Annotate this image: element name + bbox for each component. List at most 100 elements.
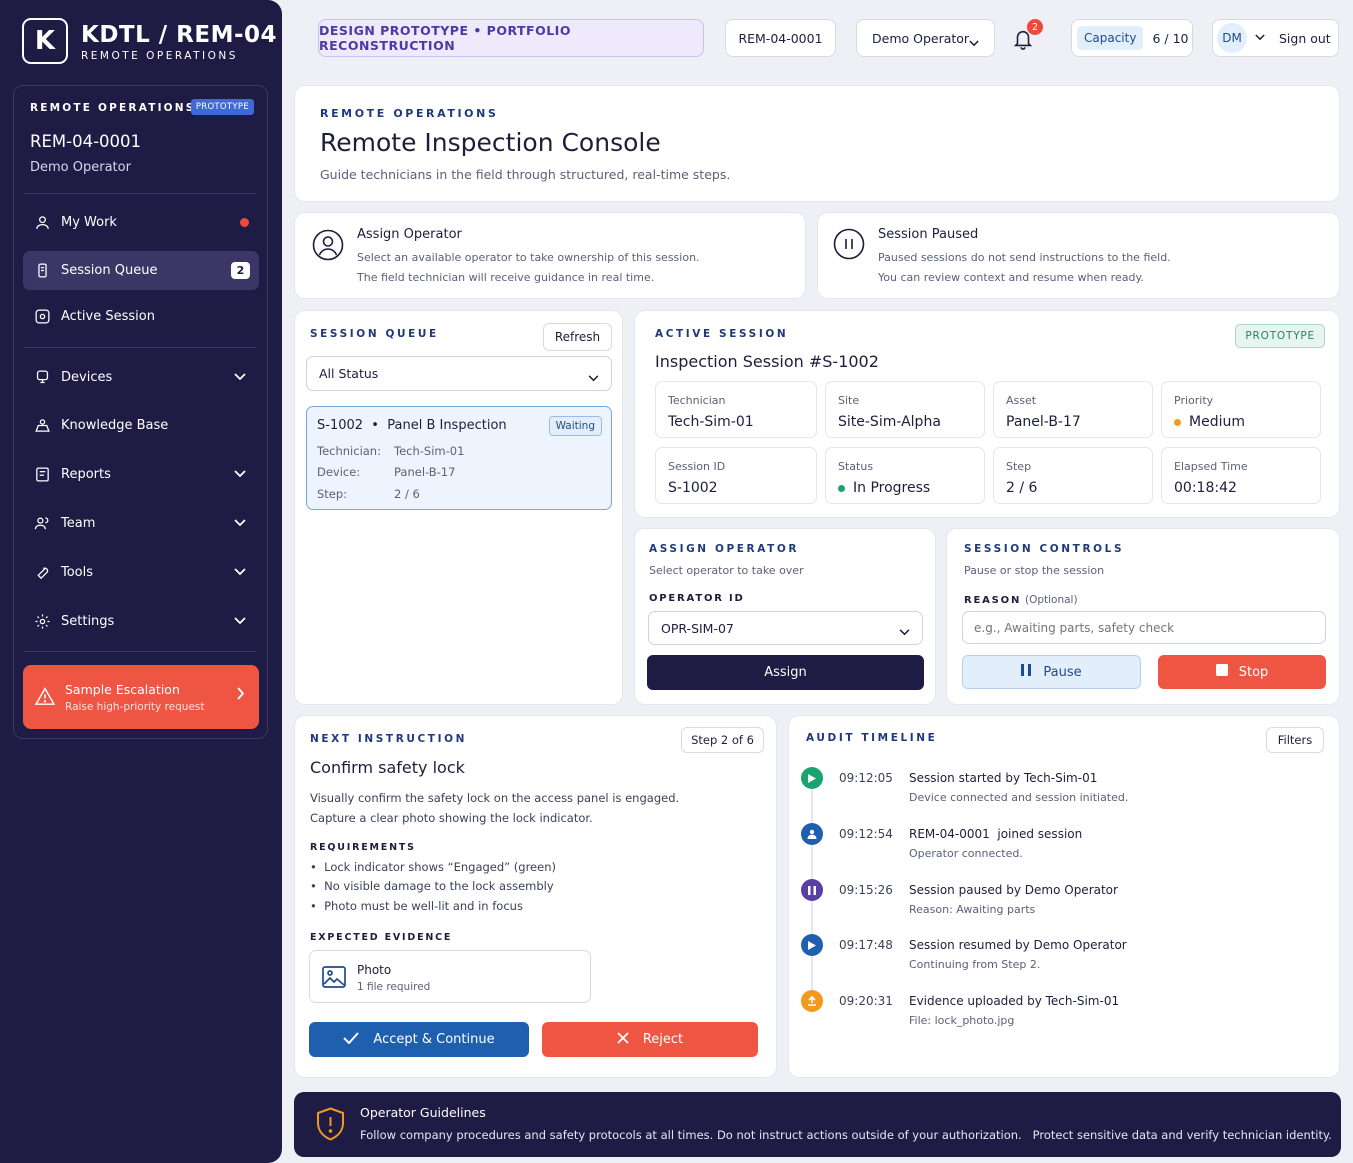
sidebar-panel-heading: REMOTE OPERATIONS <box>30 102 196 114</box>
timeline-title: Session paused by Demo Operator <box>909 883 1118 897</box>
sidebar-item-my-work[interactable]: My Work <box>23 203 259 242</box>
info-text: The field technician will receive guidan… <box>357 271 655 284</box>
assign-operator-panel: ASSIGN OPERATOR Select operator to take … <box>634 528 936 705</box>
queue-item[interactable]: S-1002 • Panel B Inspection Waiting Tech… <box>306 406 612 510</box>
timeline-item: 09:12:54 REM-04-0001 joined session Oper… <box>801 823 1321 879</box>
capacity-label: Capacity <box>1077 26 1144 50</box>
step-value: 2 / 6 <box>394 487 420 501</box>
timeline-list: 09:12:05 Session started by Tech-Sim-01 … <box>791 767 1336 1057</box>
sidebar-item-session-queue[interactable]: Session Queue 2 <box>23 251 259 290</box>
sidebar-item-reports[interactable]: Reports <box>23 455 259 494</box>
audit-eyebrow: AUDIT TIMELINE <box>806 732 938 744</box>
assign-button[interactable]: Assign <box>647 655 924 690</box>
session-id-pill: REM-04-0001 <box>725 19 836 57</box>
status-filter-select[interactable]: All Status <box>306 356 612 391</box>
timeline-item: 09:12:05 Session started by Tech-Sim-01 … <box>801 767 1321 823</box>
evidence-slot[interactable]: Photo 1 file required <box>309 950 591 1003</box>
accept-continue-button[interactable]: Accept & Continue <box>309 1022 529 1057</box>
queue-count-badge: 2 <box>231 262 250 279</box>
instruction-line: Visually confirm the safety lock on the … <box>310 791 680 805</box>
sidebar-item-label: Team <box>61 516 96 531</box>
user-icon <box>33 214 51 232</box>
requirement-item: • Photo must be well-lit and in focus <box>310 899 523 913</box>
timeline-title: Session started by Tech-Sim-01 <box>909 771 1098 785</box>
chevron-down-icon <box>588 370 599 385</box>
settings-icon <box>33 613 51 631</box>
sidebar-item-team[interactable]: Team <box>23 504 259 543</box>
operator-guidelines: Operator Guidelines Follow company proce… <box>294 1092 1341 1157</box>
tile-value: Medium <box>1189 414 1245 430</box>
info-title: Assign Operator <box>357 227 462 242</box>
tile-value: Site-Sim-Alpha <box>838 414 941 430</box>
warning-icon <box>34 686 56 708</box>
pause-button[interactable]: Pause <box>962 655 1141 689</box>
operator-id-select[interactable]: OPR-SIM-07 <box>648 611 923 645</box>
brand-logo: K <box>22 18 68 64</box>
refresh-button[interactable]: Refresh <box>543 323 612 351</box>
queue-item-header: S-1002 • Panel B Inspection <box>317 418 507 433</box>
controls-eyebrow: SESSION CONTROLS <box>964 543 1125 555</box>
reason-label-row: REASON (Optional) <box>964 592 1078 606</box>
user-menu[interactable]: DM Sign out <box>1212 19 1339 57</box>
escalation-subtitle: Raise high-priority request <box>65 700 205 713</box>
instruction-title: Confirm safety lock <box>310 758 465 777</box>
session-queue-panel: SESSION QUEUE Refresh All Status S-1002 … <box>294 310 623 705</box>
page-title: Remote Inspection Console <box>320 128 661 157</box>
elapsed-time-tile: Elapsed Time 00:18:42 <box>1161 447 1321 504</box>
tile-value: Panel-B-17 <box>1006 414 1081 430</box>
timeline-time: 09:12:05 <box>839 771 893 785</box>
sample-escalation-button[interactable]: Sample Escalation Raise high-priority re… <box>23 665 259 729</box>
sign-out-button[interactable]: Sign out <box>1279 31 1331 46</box>
timeline-connector <box>811 845 813 879</box>
status-tile: Status In Progress <box>825 447 985 504</box>
device-value: Panel-B-17 <box>394 465 456 479</box>
stop-icon <box>1215 664 1228 680</box>
stop-button[interactable]: Stop <box>1158 655 1326 689</box>
reject-button[interactable]: Reject <box>542 1022 758 1057</box>
site-tile: Site Site-Sim-Alpha <box>825 381 985 438</box>
chevron-down-icon <box>899 624 910 639</box>
sidebar-item-active-session[interactable]: Active Session <box>23 297 259 336</box>
timeline-connector <box>811 901 813 935</box>
technician-tile: Technician Tech-Sim-01 <box>655 381 817 438</box>
timeline-connector <box>811 789 813 823</box>
stop-label: Stop <box>1238 664 1269 680</box>
sidebar-item-settings[interactable]: Settings <box>23 602 259 641</box>
sidebar-session-id: REM-04-0001 <box>30 132 142 151</box>
tile-value: S-1002 <box>668 480 718 496</box>
pause-icon <box>801 879 823 901</box>
chevron-down-icon[interactable] <box>1255 29 1265 44</box>
timeline-item: 09:20:31 Evidence uploaded by Tech-Sim-0… <box>801 990 1321 1040</box>
tile-label: Step <box>1006 460 1032 473</box>
avatar[interactable]: DM <box>1217 23 1247 53</box>
timeline-desc: Continuing from Step 2. <box>909 958 1041 971</box>
play-icon <box>801 934 823 956</box>
divider <box>24 193 256 194</box>
asset-tile: Asset Panel-B-17 <box>993 381 1153 438</box>
operator-select[interactable]: Demo Operator <box>856 19 995 57</box>
guidelines-title: Operator Guidelines <box>360 1105 486 1120</box>
queue-icon <box>33 262 51 280</box>
priority-dot <box>1174 418 1181 426</box>
sidebar-item-tools[interactable]: Tools <box>23 553 259 592</box>
timeline-time: 09:15:26 <box>839 883 893 897</box>
assign-eyebrow: ASSIGN OPERATOR <box>649 543 800 555</box>
page-subtitle: Guide technicians in the field through s… <box>320 167 731 182</box>
chevron-down-icon <box>234 370 246 385</box>
reason-label: REASON <box>964 595 1022 606</box>
chevron-down-icon <box>234 467 246 482</box>
audit-timeline-panel: AUDIT TIMELINE Filters 09:12:05 Session … <box>788 715 1340 1078</box>
sidebar-item-label: Reports <box>61 467 111 482</box>
evidence-title: Photo <box>357 963 392 977</box>
active-session-title: Inspection Session #S-1002 <box>655 352 879 371</box>
info-text: You can review context and resume when r… <box>878 271 1144 284</box>
sidebar-item-label: Devices <box>61 370 113 385</box>
check-icon <box>343 1031 360 1048</box>
sidebar-item-devices[interactable]: Devices <box>23 358 259 397</box>
status-badge: Waiting <box>548 416 602 436</box>
status-filter-value: All Status <box>319 366 379 381</box>
sidebar-item-knowledge-base[interactable]: Knowledge Base <box>23 406 259 445</box>
filters-button[interactable]: Filters <box>1266 727 1324 753</box>
status-dot <box>838 484 845 492</box>
reason-input[interactable] <box>962 611 1326 644</box>
